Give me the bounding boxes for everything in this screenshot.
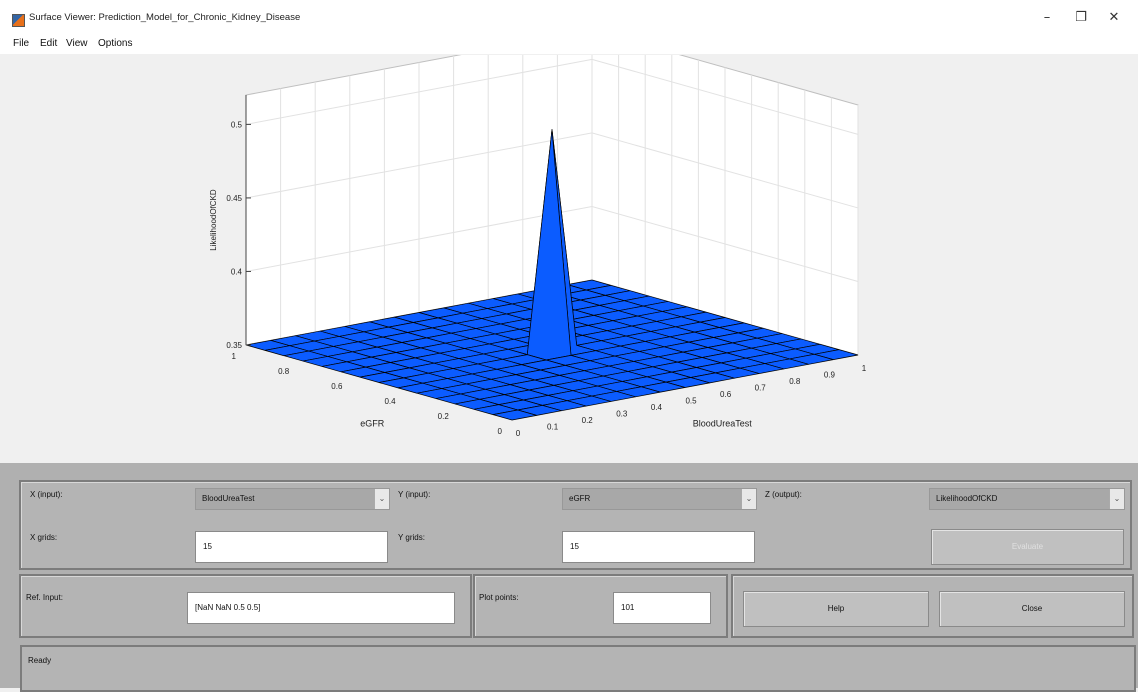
x-tick-label: 1 [862,364,867,373]
evaluate-button[interactable]: Evaluate [931,529,1124,565]
status-text: Ready [28,656,52,665]
chevron-down-icon: ⌄ [1109,489,1124,509]
menu-options[interactable]: Options [98,38,132,49]
y-input-value: eGFR [569,494,591,503]
menu-file[interactable]: File [13,38,29,49]
window-title: Surface Viewer: Prediction_Model_for_Chr… [29,12,301,23]
close-button[interactable]: Close [939,591,1125,627]
y-tick-label: 1 [232,352,237,361]
y-input-dropdown[interactable]: eGFR ⌄ [562,488,757,510]
surface-plot-area[interactable]: 0.35 0.4 0.45 0.5 LikelihoodOfCKD 0 0.1 0.2 0.3 0… [0,55,1138,463]
y-axis-label: eGFR [360,418,385,428]
y-tick-label: 0 [498,427,503,436]
z-tick-label: 0.45 [226,194,242,203]
menu-edit[interactable]: Edit [40,38,57,49]
y-grids-field[interactable]: 15 [562,531,755,563]
ref-input-field[interactable]: [NaN NaN 0.5 0.5] [187,592,455,624]
x-grids-label: X grids: [30,533,58,542]
x-grids-field[interactable]: 15 [195,531,388,563]
x-grids-value: 15 [203,542,212,551]
z-tick-label: 0.5 [231,120,243,129]
maximize-button[interactable]: ❐ [1070,8,1092,28]
x-input-label: X (input): [30,490,63,499]
x-tick-label: 0.6 [720,390,732,399]
plot-points-value: 101 [621,603,635,612]
x-tick-label: 0.2 [582,416,594,425]
x-tick-label: 0.7 [755,384,767,393]
matlab-app-icon [12,14,25,27]
surface-plot[interactable]: 0.35 0.4 0.45 0.5 LikelihoodOfCKD 0 0.1 0.2 0.3 0… [0,55,1138,463]
x-axis-label: BloodUreaTest [693,418,753,428]
title-bar: Surface Viewer: Prediction_Model_for_Chr… [0,0,1138,34]
z-output-value: LikelihoodOfCKD [936,494,998,503]
chevron-down-icon: ⌄ [741,489,756,509]
plot-points-field[interactable]: 101 [613,592,711,624]
y-input-label: Y (input): [398,490,431,499]
y-tick-label: 0.6 [331,382,343,391]
status-bar: Ready [20,645,1136,692]
y-tick-label: 0.2 [438,412,450,421]
z-tick-label: 0.35 [226,341,242,350]
menu-view[interactable]: View [66,38,88,49]
x-tick-label: 0 [516,429,521,438]
x-input-dropdown[interactable]: BloodUreaTest ⌄ [195,488,390,510]
help-button[interactable]: Help [743,591,929,627]
z-axis-label: LikelihoodOfCKD [209,189,218,251]
x-tick-label: 0.5 [685,397,697,406]
minimize-button[interactable]: – [1036,8,1058,28]
x-input-value: BloodUreaTest [202,494,255,503]
z-tick-label: 0.4 [231,267,243,276]
ref-input-label: Ref. Input: [26,593,63,602]
y-grids-value: 15 [570,542,579,551]
close-window-button[interactable]: ✕ [1103,8,1125,28]
x-tick-label: 0.3 [616,410,628,419]
y-tick-label: 0.8 [278,367,290,376]
plot-points-label: Plot points: [479,593,519,602]
z-output-dropdown[interactable]: LikelihoodOfCKD ⌄ [929,488,1125,510]
x-tick-label: 0.8 [789,377,801,386]
y-grids-label: Y grids: [398,533,425,542]
z-output-label: Z (output): [765,490,802,499]
menu-bar: File Edit View Options [0,34,1138,54]
y-tick-label: 0.4 [384,397,396,406]
x-tick-label: 0.4 [651,403,663,412]
chevron-down-icon: ⌄ [374,489,389,509]
ref-input-value: [NaN NaN 0.5 0.5] [195,603,261,612]
x-tick-label: 0.1 [547,423,559,432]
x-tick-label: 0.9 [824,371,836,380]
